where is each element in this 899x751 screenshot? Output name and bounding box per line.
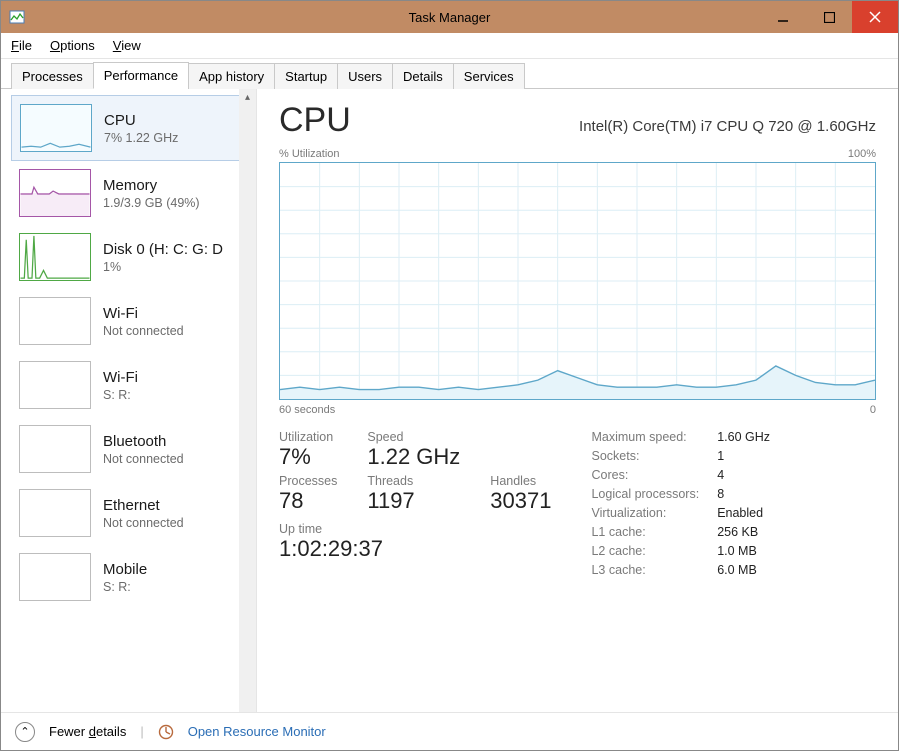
processes-value: 78: [279, 488, 337, 514]
sidebar-item-disk[interactable]: Disk 0 (H: C: G: D 1%: [11, 225, 256, 289]
handles-label: Handles: [490, 474, 551, 488]
cores-v: 4: [717, 468, 770, 482]
threads-label: Threads: [367, 474, 460, 488]
l3-k: L3 cache:: [591, 563, 699, 577]
sidebar-item-wi-fi[interactable]: Wi-Fi Not connected: [11, 289, 256, 353]
sidebar-item-title: Memory: [103, 177, 200, 194]
sidebar-item-sub: 1%: [103, 260, 223, 274]
sidebar-item-memory[interactable]: Memory 1.9/3.9 GB (49%): [11, 161, 256, 225]
tab-details[interactable]: Details: [392, 63, 454, 89]
cpu-model: Intel(R) Core(TM) i7 CPU Q 720 @ 1.60GHz: [579, 118, 876, 135]
utilization-label: Utilization: [279, 430, 337, 444]
tab-users[interactable]: Users: [337, 63, 393, 89]
main-title: CPU: [279, 101, 351, 140]
l3-v: 6.0 MB: [717, 563, 770, 577]
tab-startup[interactable]: Startup: [274, 63, 338, 89]
maximize-button[interactable]: [806, 1, 852, 33]
menubar: File Options View: [1, 33, 898, 59]
logical-k: Logical processors:: [591, 487, 699, 501]
threads-value: 1197: [367, 488, 460, 514]
open-resmon-link[interactable]: Open Resource Monitor: [188, 724, 326, 739]
sidebar-item-title: Wi-Fi: [103, 369, 138, 386]
tab-services[interactable]: Services: [453, 63, 525, 89]
sidebar-item-ethernet[interactable]: Ethernet Not connected: [11, 481, 256, 545]
menu-view[interactable]: View: [113, 38, 141, 53]
footer: ⌃ Fewer details | Open Resource Monitor: [1, 712, 898, 750]
sidebar-item-bluetooth[interactable]: Bluetooth Not connected: [11, 417, 256, 481]
l1-v: 256 KB: [717, 525, 770, 539]
sidebar-item-sub: S: R:: [103, 580, 147, 594]
sidebar-item-sub: Not connected: [103, 516, 184, 530]
scrollbar[interactable]: ▴: [239, 89, 256, 712]
speed-label: Speed: [367, 430, 460, 444]
main-panel: CPU Intel(R) Core(TM) i7 CPU Q 720 @ 1.6…: [257, 89, 898, 712]
sidebar: CPU 7% 1.22 GHz Memory 1.9/3.9 GB (49%) …: [1, 89, 257, 712]
mini-chart-icon: [19, 169, 91, 217]
menu-file[interactable]: File: [11, 38, 32, 53]
sidebar-item-sub: S: R:: [103, 388, 138, 402]
uptime-value: 1:02:29:37: [279, 536, 551, 562]
virt-v: Enabled: [717, 506, 770, 520]
max-speed-v: 1.60 GHz: [717, 430, 770, 444]
l2-v: 1.0 MB: [717, 544, 770, 558]
axis-bot-left: 60 seconds: [279, 404, 335, 416]
tab-processes[interactable]: Processes: [11, 63, 94, 89]
virt-k: Virtualization:: [591, 506, 699, 520]
mini-chart-icon: [19, 297, 91, 345]
l2-k: L2 cache:: [591, 544, 699, 558]
tabbar: ProcessesPerformanceApp historyStartupUs…: [1, 59, 898, 89]
resmon-icon: [158, 724, 174, 740]
sidebar-item-sub: Not connected: [103, 452, 184, 466]
collapse-icon[interactable]: ⌃: [15, 722, 35, 742]
processes-label: Processes: [279, 474, 337, 488]
mini-chart-icon: [19, 361, 91, 409]
sockets-v: 1: [717, 449, 770, 463]
logical-v: 8: [717, 487, 770, 501]
mini-chart-icon: [19, 489, 91, 537]
fewer-details-button[interactable]: Fewer details: [49, 724, 126, 739]
sidebar-item-mobile[interactable]: Mobile S: R:: [11, 545, 256, 609]
max-speed-k: Maximum speed:: [591, 430, 699, 444]
mini-chart-icon: [20, 104, 92, 152]
sidebar-item-title: Disk 0 (H: C: G: D: [103, 241, 223, 258]
footer-separator: |: [140, 724, 143, 739]
minimize-button[interactable]: [760, 1, 806, 33]
app-icon: [9, 9, 25, 25]
speed-value: 1.22 GHz: [367, 444, 460, 470]
menu-options[interactable]: Options: [50, 38, 95, 53]
sidebar-item-title: CPU: [104, 112, 178, 129]
tab-app-history[interactable]: App history: [188, 63, 275, 89]
sidebar-item-sub: 7% 1.22 GHz: [104, 131, 178, 145]
sidebar-item-sub: 1.9/3.9 GB (49%): [103, 196, 200, 210]
l1-k: L1 cache:: [591, 525, 699, 539]
handles-value: 30371: [490, 488, 551, 514]
sidebar-item-title: Wi-Fi: [103, 305, 184, 322]
uptime-label: Up time: [279, 522, 551, 536]
sidebar-item-cpu[interactable]: CPU 7% 1.22 GHz: [11, 95, 256, 161]
axis-top-left: % Utilization: [279, 148, 340, 160]
tab-performance[interactable]: Performance: [93, 62, 189, 89]
axis-bot-right: 0: [870, 404, 876, 416]
cpu-chart: [279, 162, 876, 400]
sidebar-item-wi-fi[interactable]: Wi-Fi S: R:: [11, 353, 256, 417]
close-button[interactable]: [852, 1, 898, 33]
axis-top-right: 100%: [848, 148, 876, 160]
mini-chart-icon: [19, 233, 91, 281]
sidebar-item-title: Bluetooth: [103, 433, 184, 450]
mini-chart-icon: [19, 553, 91, 601]
mini-chart-icon: [19, 425, 91, 473]
sidebar-item-sub: Not connected: [103, 324, 184, 338]
utilization-value: 7%: [279, 444, 337, 470]
cores-k: Cores:: [591, 468, 699, 482]
sidebar-item-title: Ethernet: [103, 497, 184, 514]
window-title: Task Manager: [409, 10, 491, 25]
sidebar-item-title: Mobile: [103, 561, 147, 578]
scroll-up-icon[interactable]: ▴: [239, 89, 256, 106]
sockets-k: Sockets:: [591, 449, 699, 463]
titlebar[interactable]: Task Manager: [1, 1, 898, 33]
